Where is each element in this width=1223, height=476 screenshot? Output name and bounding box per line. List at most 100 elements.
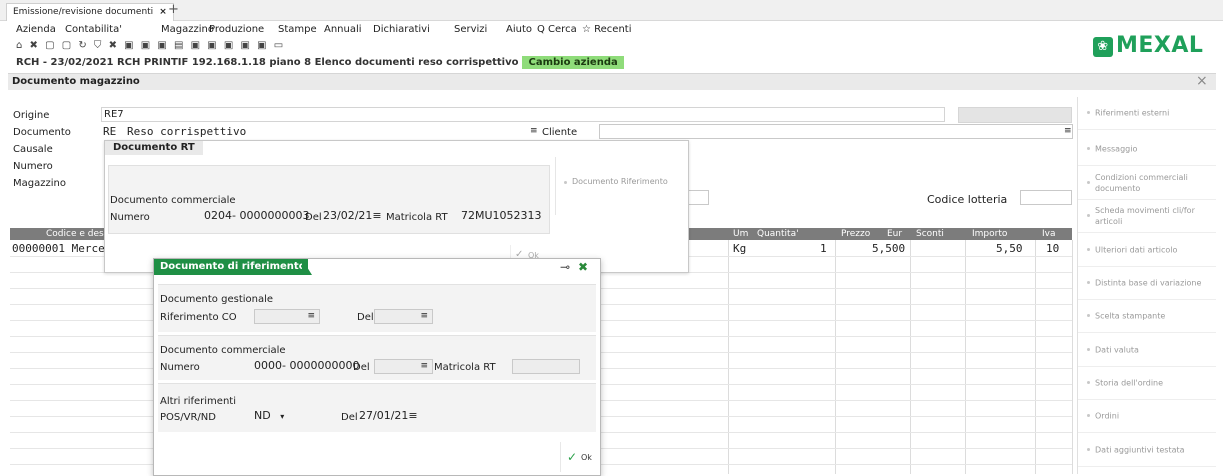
numero-label: Numero bbox=[13, 161, 53, 172]
bullet-icon bbox=[1087, 214, 1090, 217]
del2-menu-icon[interactable]: ≡ bbox=[420, 360, 428, 373]
sidebar-storia-ordine[interactable]: Storia dell'ordine bbox=[1078, 367, 1216, 400]
rt-del-value[interactable]: 23/02/21≡ bbox=[323, 209, 382, 222]
row-iva[interactable]: 10 bbox=[1046, 242, 1059, 255]
sidebar-ulteriori-dati[interactable]: Ulteriori dati articolo bbox=[1078, 234, 1216, 267]
menu-azienda[interactable]: Azienda bbox=[16, 24, 56, 35]
sidebar-messaggio[interactable]: Messaggio bbox=[1078, 133, 1216, 166]
sidebar: Riferimenti esterni Messaggio Condizioni… bbox=[1077, 97, 1216, 474]
gestionale-section-label: Documento gestionale bbox=[160, 294, 274, 305]
sidebar-condizioni-commerciali[interactable]: Condizioni commerciali documento bbox=[1078, 167, 1216, 200]
pos-select[interactable]: ND ▾ bbox=[254, 409, 284, 422]
new-tab-icon[interactable]: + bbox=[168, 2, 179, 17]
menu-dichiarativi[interactable]: Dichiarativi bbox=[373, 24, 430, 35]
origine-value: RE7 bbox=[104, 109, 124, 120]
row-prezzo[interactable]: 5,500 bbox=[872, 242, 905, 255]
window-close-icon[interactable]: × bbox=[1196, 73, 1208, 89]
del1-menu-icon[interactable]: ≡ bbox=[420, 310, 428, 323]
altri-section-label: Altri riferimenti bbox=[160, 396, 236, 407]
col-sconti: Sconti bbox=[916, 229, 944, 239]
origine-field[interactable]: RE7 bbox=[101, 107, 945, 122]
commerciale-section-label: Documento commerciale bbox=[160, 345, 286, 356]
cambio-azienda-button[interactable]: Cambio azienda bbox=[522, 56, 624, 69]
ref-ok-button[interactable]: ✓ Ok bbox=[560, 442, 599, 472]
sidebar-distinta-base[interactable]: Distinta base di variazione bbox=[1078, 267, 1216, 300]
rt-numero-value[interactable]: 0204- 0000000003 bbox=[204, 209, 309, 222]
grid-col-line bbox=[835, 240, 836, 474]
logo-mark-icon: ❀ bbox=[1093, 37, 1113, 57]
documento-label: Documento bbox=[13, 127, 71, 138]
toolbar-icons[interactable]: ⌂ ✖ ▢ ▢ ↻ ⛉ ✖ ▣ ▣ ▣ ▤ ▣ ▣ ▣ ▣ ▣ ▭ bbox=[16, 40, 285, 51]
mexal-logo: ❀ MEXAL bbox=[1093, 33, 1203, 58]
menu-annuali[interactable]: Annuali bbox=[324, 24, 362, 35]
sidebar-label: Condizioni commerciali documento bbox=[1095, 173, 1188, 193]
col-codice: Codice e des bbox=[46, 229, 104, 239]
menu-magazzino[interactable]: Magazzino bbox=[161, 24, 214, 35]
bullet-icon bbox=[1087, 147, 1090, 150]
rt-matricola-value[interactable]: 72MU1052313 bbox=[461, 209, 542, 222]
sidebar-scheda-movimenti[interactable]: Scheda movimenti cli/for articoli bbox=[1078, 200, 1216, 233]
menu-contabilita[interactable]: Contabilita' bbox=[65, 24, 122, 35]
grid-col-line bbox=[965, 240, 966, 474]
sidebar-label: Messaggio bbox=[1095, 144, 1138, 154]
check-icon: ✓ bbox=[567, 450, 578, 464]
sidebar-ordini[interactable]: Ordini bbox=[1078, 400, 1216, 433]
menu-produzione[interactable]: Produzione bbox=[209, 24, 264, 35]
menu-stampe[interactable]: Stampe bbox=[278, 24, 317, 35]
col-importo: Importo bbox=[972, 229, 1008, 239]
bullet-icon bbox=[1087, 348, 1090, 351]
ref-numero-value[interactable]: 0000- 0000000000 bbox=[254, 359, 359, 372]
dialog-close-icon[interactable]: ✖ bbox=[578, 260, 588, 274]
menu-aiuto[interactable]: Aiuto bbox=[506, 24, 532, 35]
sidebar-riferimenti-esterni[interactable]: Riferimenti esterni bbox=[1078, 97, 1216, 130]
pos-label: POS/VR/ND bbox=[160, 412, 216, 423]
tab-emissione-revisione[interactable]: Emissione/revisione documenti × bbox=[6, 3, 174, 21]
sidebar-label: Dati aggiuntivi testata bbox=[1095, 445, 1185, 455]
origine-grey-field bbox=[958, 107, 1072, 123]
cliente-field[interactable] bbox=[599, 124, 1073, 139]
dialog-title: Documento di riferimento bbox=[154, 259, 308, 275]
menu-servizi[interactable]: Servizi bbox=[454, 24, 487, 35]
sidebar-dati-valuta[interactable]: Dati valuta bbox=[1078, 334, 1216, 367]
documento-riferimento-button[interactable]: Documento Riferimento bbox=[555, 157, 684, 215]
logo-text: MEXAL bbox=[1116, 33, 1204, 58]
cliente-menu-icon[interactable]: ≡ bbox=[1064, 126, 1072, 136]
sidebar-label: Riferimenti esterni bbox=[1095, 108, 1170, 118]
status-bar: RCH - 23/02/2021 RCH PRINTIF 192.168.1.1… bbox=[16, 56, 624, 69]
codice-lotteria-field[interactable] bbox=[1020, 190, 1072, 205]
row-importo[interactable]: 5,50 bbox=[996, 242, 1023, 255]
grid-col-line bbox=[1072, 240, 1073, 474]
bullet-icon bbox=[1087, 248, 1090, 251]
sidebar-scelta-stampante[interactable]: Scelta stampante bbox=[1078, 300, 1216, 333]
altri-section bbox=[158, 383, 596, 432]
row-quantita[interactable]: 1 bbox=[820, 242, 827, 255]
hidden-field[interactable] bbox=[687, 190, 709, 205]
sidebar-label: Ulteriori dati articolo bbox=[1095, 245, 1178, 255]
rif-co-menu-icon[interactable]: ≡ bbox=[307, 310, 315, 323]
row-codice[interactable]: 00000001 Merce bbox=[12, 242, 105, 255]
documento-menu-icon[interactable]: ≡ bbox=[530, 126, 538, 136]
menu-recenti[interactable]: ☆ Recenti bbox=[582, 24, 631, 35]
sidebar-label: Ordini bbox=[1095, 411, 1120, 421]
bullet-icon bbox=[1087, 381, 1090, 384]
menu-cerca[interactable]: Q Cerca bbox=[537, 24, 577, 35]
sidebar-dati-aggiuntivi[interactable]: Dati aggiuntivi testata bbox=[1078, 434, 1216, 467]
row-um[interactable]: Kg bbox=[733, 242, 746, 255]
del1-label: Del bbox=[357, 312, 374, 323]
tab-close-icon[interactable]: × bbox=[159, 7, 167, 17]
codice-lotteria-label: Codice lotteria bbox=[927, 193, 1008, 206]
ref-matricola-field[interactable] bbox=[512, 359, 580, 374]
chevron-down-icon: ▾ bbox=[280, 412, 285, 421]
ref-ok-label: Ok bbox=[581, 453, 592, 462]
col-quantita: Quantita' bbox=[757, 229, 799, 239]
del1-field[interactable]: ≡ bbox=[374, 309, 433, 324]
rif-co-field[interactable]: ≡ bbox=[254, 309, 320, 324]
cliente-label: Cliente bbox=[542, 127, 578, 138]
del2-field[interactable]: ≡ bbox=[374, 359, 433, 374]
magazzino-label: Magazzino bbox=[13, 178, 66, 189]
grid-col-line bbox=[1035, 240, 1036, 474]
sidebar-label: Storia dell'ordine bbox=[1095, 378, 1164, 388]
del3-value[interactable]: 27/01/21≡ bbox=[359, 409, 418, 422]
bullet-icon bbox=[1087, 181, 1090, 184]
pin-icon[interactable]: ⊸ bbox=[560, 260, 570, 274]
